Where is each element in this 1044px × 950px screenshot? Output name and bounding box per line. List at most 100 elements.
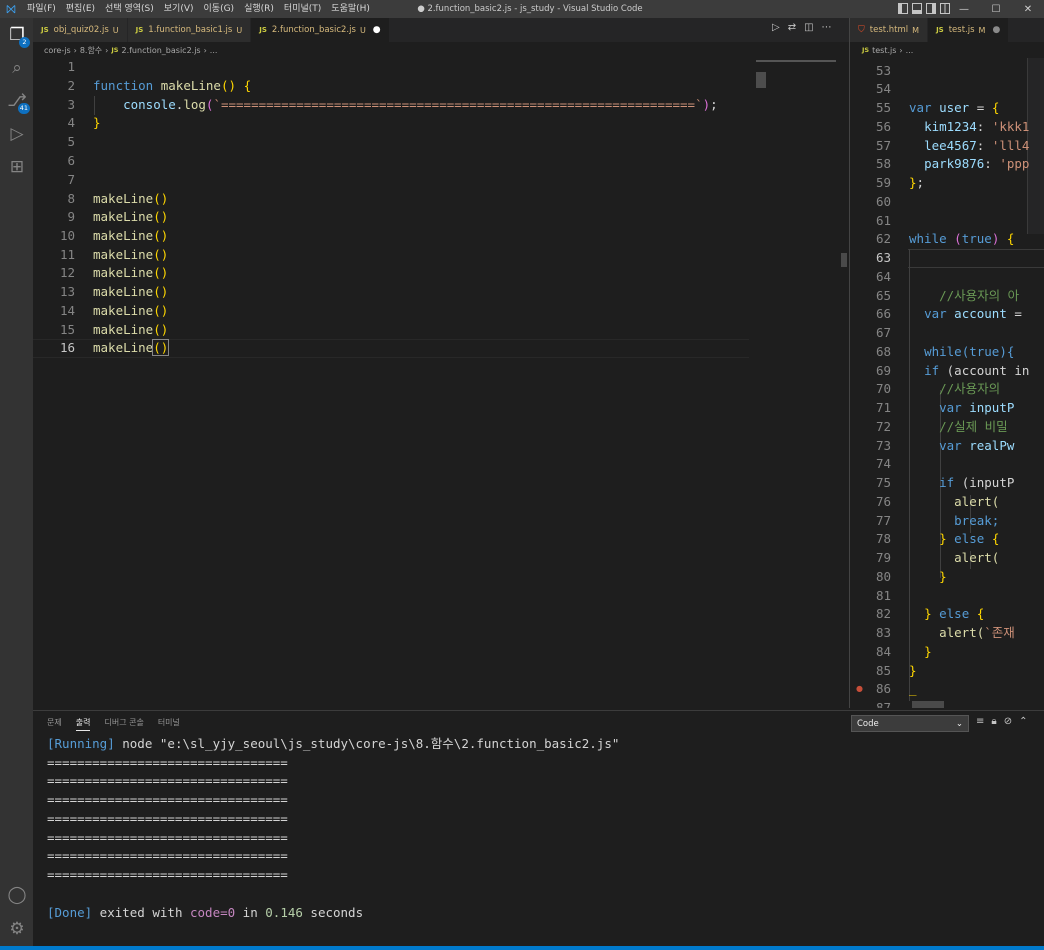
lock-icon[interactable]: 🔒︎	[991, 716, 996, 727]
tab-function-basic1[interactable]: JS 1.function_basic1.js U	[127, 18, 252, 42]
code-line: kim1234: 'kkk1	[924, 119, 1030, 134]
menu-view[interactable]: 보기(V)	[159, 0, 199, 18]
tab-status: U	[112, 25, 119, 35]
breadcrumb-file[interactable]: 2.function_basic2.js	[121, 46, 200, 55]
window-title: ● 2.function_basic2.js - js_study - Visu…	[417, 4, 643, 14]
function-call: makeLine	[93, 322, 154, 337]
menu-edit[interactable]: 편집(E)	[61, 0, 100, 18]
tab-label: test.js	[948, 25, 975, 35]
line-number: 66	[875, 306, 891, 321]
maximize-icon[interactable]: ☐	[980, 0, 1012, 18]
account-icon[interactable]: ◯	[6, 884, 28, 906]
menu-help[interactable]: 도움말(H)	[326, 0, 375, 18]
horizontal-scrollbar[interactable]	[912, 701, 944, 708]
menu-run[interactable]: 실행(R)	[239, 0, 279, 18]
vscode-logo-icon: ⨝	[6, 1, 16, 16]
output-line: ================================	[47, 755, 288, 770]
tab-terminal[interactable]: 터미널	[158, 717, 180, 731]
toggle-panel-icon[interactable]	[912, 3, 922, 14]
menu-go[interactable]: 이동(G)	[199, 0, 240, 18]
menu-selection[interactable]: 선택 영역(S)	[100, 0, 159, 18]
keyword: function	[93, 78, 154, 93]
line-number: 83	[875, 625, 891, 640]
title-bar: ⨝ 파일(F) 편집(E) 선택 영역(S) 보기(V) 이동(G) 실행(R)…	[0, 0, 1044, 18]
tab-problems[interactable]: 문제	[47, 717, 62, 731]
right-minimap[interactable]	[1027, 58, 1044, 234]
breadcrumb-folder[interactable]: core-js	[44, 46, 71, 55]
tab-status: U	[236, 25, 243, 35]
breadcrumb-symbol[interactable]: ...	[906, 46, 914, 55]
code-line: }	[924, 644, 932, 659]
tab-debug-console[interactable]: 디버그 콘솔	[104, 717, 143, 731]
toggle-secondary-sidebar-icon[interactable]	[926, 3, 936, 14]
output-line: ================================	[47, 792, 288, 807]
tab-output[interactable]: 출력	[75, 717, 91, 731]
line-number: 79	[875, 550, 891, 565]
line-number: 60	[875, 194, 891, 209]
code-line: //실제 비밀	[939, 419, 1008, 434]
code-line: }	[909, 663, 917, 678]
breadcrumb-folder[interactable]: 8.함수	[80, 45, 102, 56]
compare-changes-icon[interactable]: ⇄	[788, 22, 796, 33]
search-icon[interactable]: ⌕	[6, 57, 28, 79]
line-number: 53	[875, 63, 891, 78]
toggle-sidebar-icon[interactable]	[898, 3, 908, 14]
tab-test-html[interactable]: ⛉ test.html M	[850, 18, 929, 42]
code-line: break;	[954, 513, 1000, 528]
vertical-scrollbar[interactable]	[841, 253, 847, 267]
line-number: 81	[875, 588, 891, 603]
menu-terminal[interactable]: 터미널(T)	[279, 0, 326, 18]
code-line: lee4567: 'lll4	[924, 138, 1030, 153]
unsaved-dot-icon[interactable]: ●	[373, 25, 381, 35]
code-line: while (true) {	[909, 231, 1015, 246]
run-debug-icon[interactable]: ▷	[6, 123, 28, 145]
function-call: makeLine	[93, 209, 154, 224]
output-panel: 문제 출력 디버그 콘솔 터미널 Code ⌄ ≡ 🔒︎ ⊘ ⌃ [Runnin…	[33, 710, 1044, 946]
code-line: alert(	[954, 550, 1000, 565]
line-number: 10	[59, 228, 75, 243]
line-number: 56	[875, 119, 891, 134]
menu-file[interactable]: 파일(F)	[22, 0, 61, 18]
minimize-icon[interactable]: —	[948, 0, 980, 18]
tab-label: obj_quiz02.js	[53, 25, 109, 35]
run-code-icon[interactable]: ▷	[772, 22, 780, 33]
line-number: 9	[67, 209, 75, 224]
split-editor-icon[interactable]: ◫	[804, 22, 813, 33]
minimap-line	[756, 60, 836, 62]
breadcrumb-file[interactable]: test.js	[872, 46, 896, 55]
extensions-icon[interactable]: ⊞	[6, 156, 28, 178]
line-number: 78	[875, 531, 891, 546]
line-number: 57	[875, 138, 891, 153]
output-line: ================================	[47, 867, 288, 882]
filter-list-icon[interactable]: ≡	[976, 716, 984, 727]
output-channel-select[interactable]: Code ⌄	[851, 715, 969, 732]
chevron-up-icon[interactable]: ⌃	[1019, 716, 1027, 727]
code-line: makeLine()	[93, 303, 169, 318]
tab-obj-quiz02[interactable]: JS obj_quiz02.js U	[33, 18, 128, 42]
close-icon[interactable]: ✕	[1012, 0, 1044, 18]
chevron-right-icon: ›	[899, 45, 903, 55]
settings-gear-icon[interactable]: ⚙	[6, 918, 28, 940]
function-call: makeLine	[93, 191, 154, 206]
right-code-editor[interactable]: ● 53 54 55 56 57 58 59 60 61 62 63 64 65…	[850, 58, 1044, 708]
breadcrumb-symbol[interactable]: ...	[210, 46, 218, 55]
function-call: makeLine	[93, 284, 154, 299]
output-line: ================================	[47, 811, 288, 826]
source-control-icon[interactable]: ⎇ 41	[6, 90, 30, 114]
identifier: console	[123, 97, 176, 112]
tab-function-basic2[interactable]: JS 2.function_basic2.js U ●	[251, 18, 390, 42]
js-file-icon: JS	[862, 46, 870, 54]
js-file-icon: JS	[936, 26, 944, 34]
unsaved-dot-icon[interactable]: ●	[992, 25, 1000, 35]
clear-output-icon[interactable]: ⊘	[1004, 716, 1012, 727]
code-line: var user = {	[909, 100, 1000, 115]
line-number: 74	[875, 456, 891, 471]
output-line: [Running] node "e:\sl_yjy_seoul\js_study…	[47, 736, 620, 751]
explorer-icon[interactable]: ❐ 2	[6, 24, 30, 48]
more-actions-icon[interactable]: ⋯	[822, 22, 832, 33]
minimap-slider[interactable]	[756, 72, 766, 88]
line-number: 4	[67, 115, 75, 130]
tab-test-js[interactable]: JS test.js M ●	[928, 18, 1010, 42]
line-number: 55	[875, 100, 891, 115]
line-number: 13	[59, 284, 75, 299]
